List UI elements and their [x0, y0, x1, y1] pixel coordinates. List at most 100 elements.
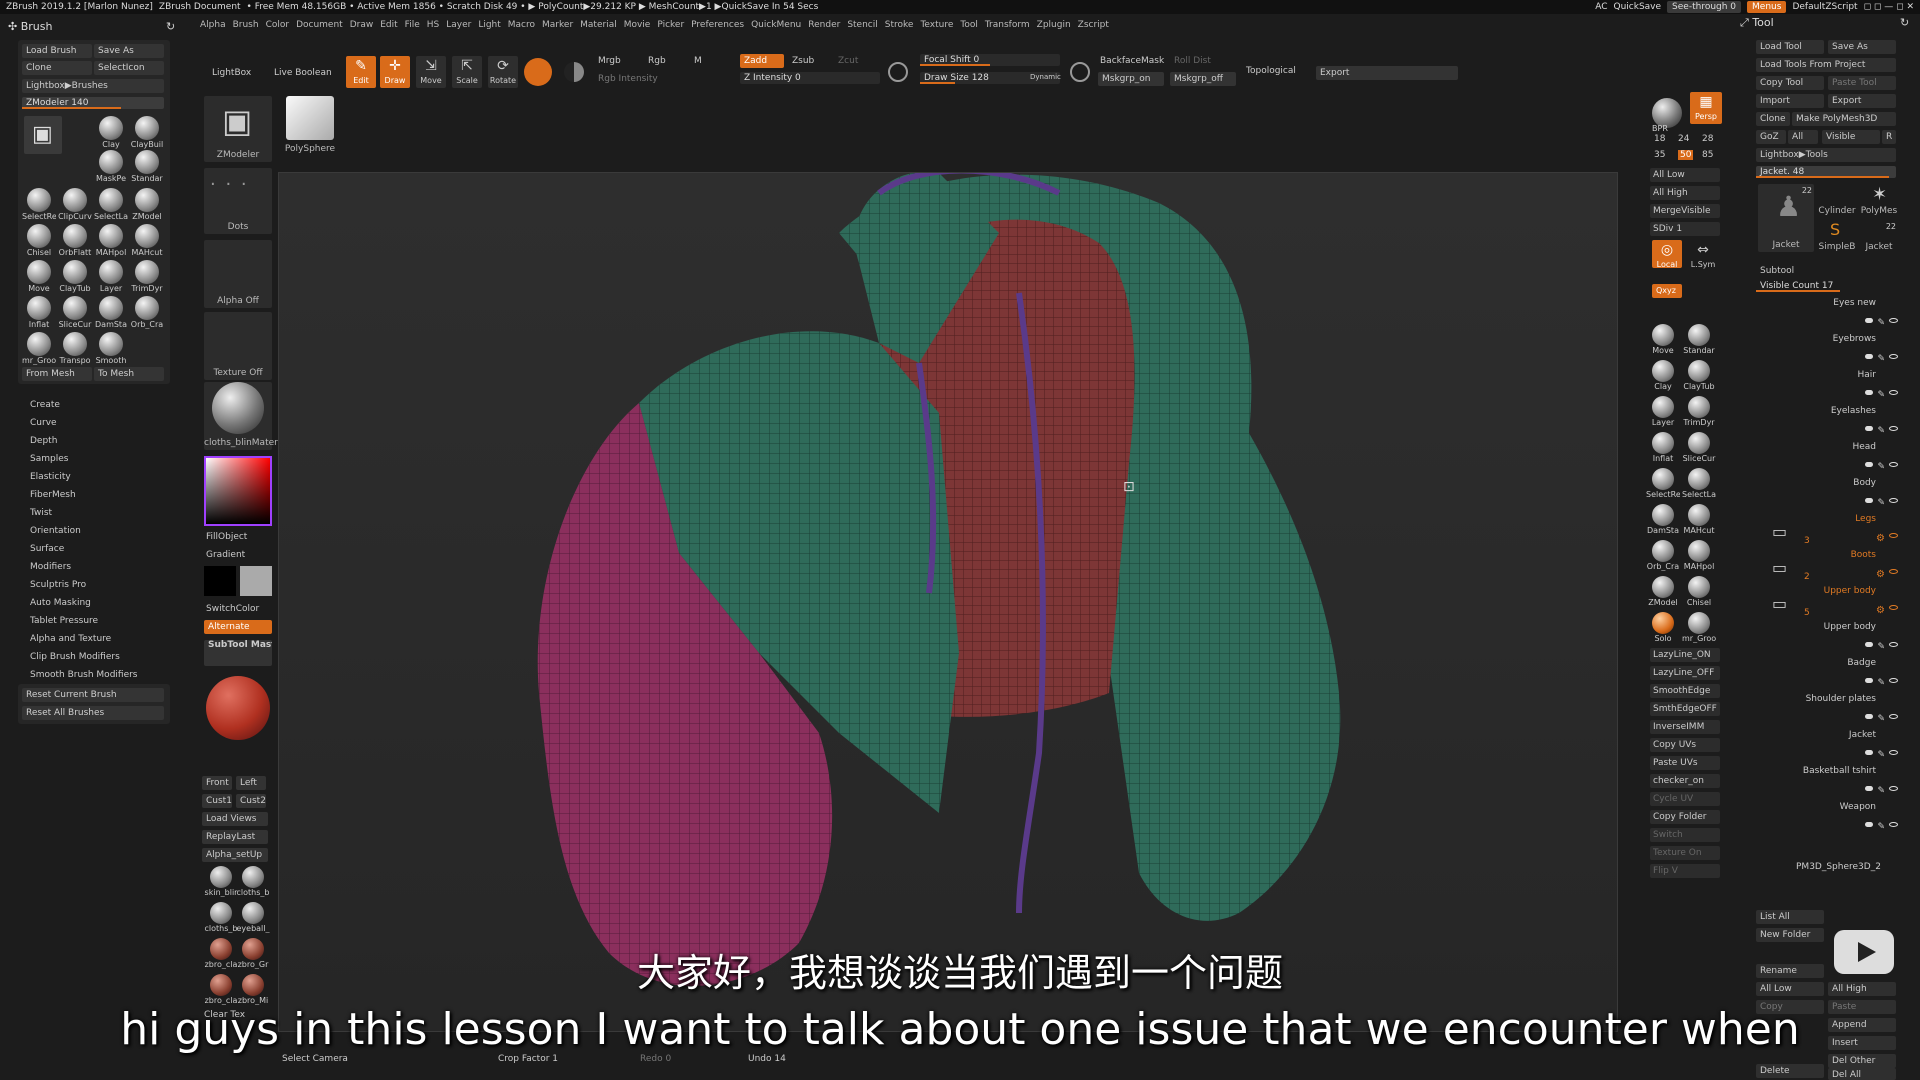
del-all-button[interactable]: Del All: [1828, 1068, 1896, 1080]
quicksave-button[interactable]: QuickSave: [1614, 2, 1662, 12]
right-brush-layer[interactable]: Layer: [1646, 396, 1680, 430]
replay-last-button[interactable]: ReplayLast: [202, 830, 268, 844]
list-all-button[interactable]: List All: [1756, 910, 1824, 924]
brush-clay[interactable]: Clay: [94, 116, 128, 152]
subtool-row[interactable]: Badge ✎: [1770, 656, 1900, 692]
right-brush-trimdyr[interactable]: TrimDyr: [1682, 396, 1716, 430]
select-camera-button[interactable]: Select Camera: [282, 1054, 348, 1064]
secondary-color-swatch[interactable]: [240, 566, 272, 596]
subtool-row[interactable]: Eyes new ✎: [1770, 296, 1900, 332]
brush-icon[interactable]: ✎: [1877, 318, 1885, 328]
menu-brush[interactable]: Brush: [233, 20, 259, 34]
brush-icon[interactable]: ✎: [1877, 426, 1885, 436]
right-lazyline-on-button[interactable]: LazyLine_ON: [1650, 648, 1720, 662]
alternate-button[interactable]: Alternate: [204, 620, 272, 634]
load-tools-from-project-button[interactable]: Load Tools From Project: [1756, 58, 1896, 72]
brush-standar[interactable]: Standar: [130, 150, 164, 186]
eye-icon[interactable]: [1889, 569, 1898, 574]
main-color-swatch[interactable]: [204, 566, 236, 596]
jacket-tool-thumb[interactable]: ♟ Jacket 22: [1758, 184, 1814, 252]
zadd-button[interactable]: Zadd: [740, 54, 784, 68]
brush-smooth[interactable]: Smooth: [94, 332, 128, 368]
color-picker[interactable]: [204, 456, 272, 526]
stroke-thumb[interactable]: · · · Dots: [204, 168, 272, 234]
perspective-button[interactable]: ▦ Persp: [1690, 92, 1722, 124]
clone-brush-button[interactable]: Clone: [22, 61, 92, 75]
material-swatch[interactable]: cloths_b: [236, 866, 270, 900]
front-view-button[interactable]: Front: [202, 776, 232, 790]
brush-section-smooth-brush-modifiers[interactable]: Smooth Brush Modifiers: [30, 666, 138, 684]
refresh-icon[interactable]: ↻: [166, 20, 175, 33]
folder-icon[interactable]: ▭: [1772, 522, 1787, 541]
crop-factor-slider[interactable]: Crop Factor 1: [498, 1054, 558, 1064]
material-thumb[interactable]: cloths_blinMater: [204, 382, 278, 450]
subtool-row[interactable]: Basketball tshirt ✎: [1770, 764, 1900, 800]
brush-section-sculptris-pro[interactable]: Sculptris Pro: [30, 576, 138, 594]
brush-trimdyr[interactable]: TrimDyr: [130, 260, 164, 296]
menu-picker[interactable]: Picker: [657, 20, 684, 34]
brush-icon[interactable]: ✎: [1877, 750, 1885, 760]
brush-section-orientation[interactable]: Orientation: [30, 522, 138, 540]
lightbox-brushes-button[interactable]: Lightbox▶Brushes: [22, 79, 164, 93]
topological-button[interactable]: Topological: [1246, 66, 1296, 76]
material-mode-icon[interactable]: [564, 62, 584, 82]
scale-mode-button[interactable]: ⇱ Scale: [452, 56, 482, 88]
load-brush-button[interactable]: Load Brush: [22, 44, 92, 58]
fill-object-button[interactable]: FillObject: [206, 532, 247, 542]
brush-icon[interactable]: ✎: [1877, 462, 1885, 472]
brush-mahcut[interactable]: MAHcut: [130, 224, 164, 260]
make-polymesh-button[interactable]: Make PolyMesh3D: [1792, 112, 1896, 126]
z-intensity-slider[interactable]: Z Intensity 0: [740, 72, 880, 84]
right-brush-solo[interactable]: Solo: [1646, 612, 1680, 646]
tool-export-button[interactable]: Export: [1828, 94, 1896, 108]
menu-layer[interactable]: Layer: [446, 20, 471, 34]
right-cycle-uv-button[interactable]: Cycle UV: [1650, 792, 1720, 806]
to-mesh-button[interactable]: To Mesh: [94, 367, 164, 381]
brush-damsta[interactable]: DamSta: [94, 296, 128, 332]
eye-icon[interactable]: [1889, 822, 1898, 827]
brush-zmodel[interactable]: ZModel: [130, 188, 164, 224]
menu-tool[interactable]: Tool: [960, 20, 977, 34]
menu-preferences[interactable]: Preferences: [691, 20, 744, 34]
right-brush-damsta[interactable]: DamSta: [1646, 504, 1680, 538]
menu-macro[interactable]: Macro: [508, 20, 535, 34]
see-through-slider[interactable]: See-through 0: [1667, 1, 1742, 13]
brush-section-surface[interactable]: Surface: [30, 540, 138, 558]
focal-shift-icon[interactable]: [888, 62, 908, 82]
menu-stencil[interactable]: Stencil: [847, 20, 877, 34]
eye-icon[interactable]: [1889, 605, 1898, 610]
mrgb-button[interactable]: Mrgb: [598, 56, 621, 66]
left-view-button[interactable]: Left: [236, 776, 266, 790]
right-brush-zmodel[interactable]: ZModel: [1646, 576, 1680, 610]
load-views-button[interactable]: Load Views: [202, 812, 268, 826]
right-brush-mahcut[interactable]: MAHcut: [1682, 504, 1716, 538]
select-icon-button[interactable]: SelectIcon: [94, 61, 164, 75]
menu-quickmenu[interactable]: QuickMenu: [751, 20, 801, 34]
brush-layer[interactable]: Layer: [94, 260, 128, 296]
right-checker-on-button[interactable]: checker_on: [1650, 774, 1720, 788]
lsym-button[interactable]: ⇔ L.Sym: [1688, 240, 1718, 269]
menu-render[interactable]: Render: [808, 20, 840, 34]
subtool-section-header[interactable]: Subtool: [1760, 266, 1794, 276]
switch-color-button[interactable]: SwitchColor: [206, 604, 259, 614]
gradient-button[interactable]: Gradient: [206, 550, 245, 560]
subtool-row[interactable]: ▭ 2 Boots ⚙: [1770, 548, 1900, 584]
toggle-icon[interactable]: [1865, 462, 1874, 467]
tool-refresh-icon[interactable]: ↻: [1900, 16, 1909, 29]
eye-icon[interactable]: [1889, 354, 1898, 359]
subtool-row[interactable]: ▭ 5 Upper body ⚙: [1770, 584, 1900, 620]
backface-mask-button[interactable]: BackfaceMask: [1100, 56, 1164, 66]
right-lazyline-off-button[interactable]: LazyLine_OFF: [1650, 666, 1720, 680]
menu-alpha[interactable]: Alpha: [200, 20, 226, 34]
right-smoothedge-button[interactable]: SmoothEdge: [1650, 684, 1720, 698]
fov-28-button[interactable]: 28: [1702, 134, 1713, 144]
reset-all-brushes-button[interactable]: Reset All Brushes: [22, 706, 164, 720]
right-brush-slicecur[interactable]: SliceCur: [1682, 432, 1716, 466]
undo-slider[interactable]: Undo 14: [748, 1054, 786, 1064]
jacket-model-render[interactable]: [279, 173, 1619, 1033]
alpha-thumb[interactable]: Alpha Off: [204, 240, 272, 308]
right-brush-clay[interactable]: Clay: [1646, 360, 1680, 394]
brush-mahpol[interactable]: MAHpol: [94, 224, 128, 260]
menu-color[interactable]: Color: [266, 20, 290, 34]
zsub-button[interactable]: Zsub: [792, 56, 814, 66]
